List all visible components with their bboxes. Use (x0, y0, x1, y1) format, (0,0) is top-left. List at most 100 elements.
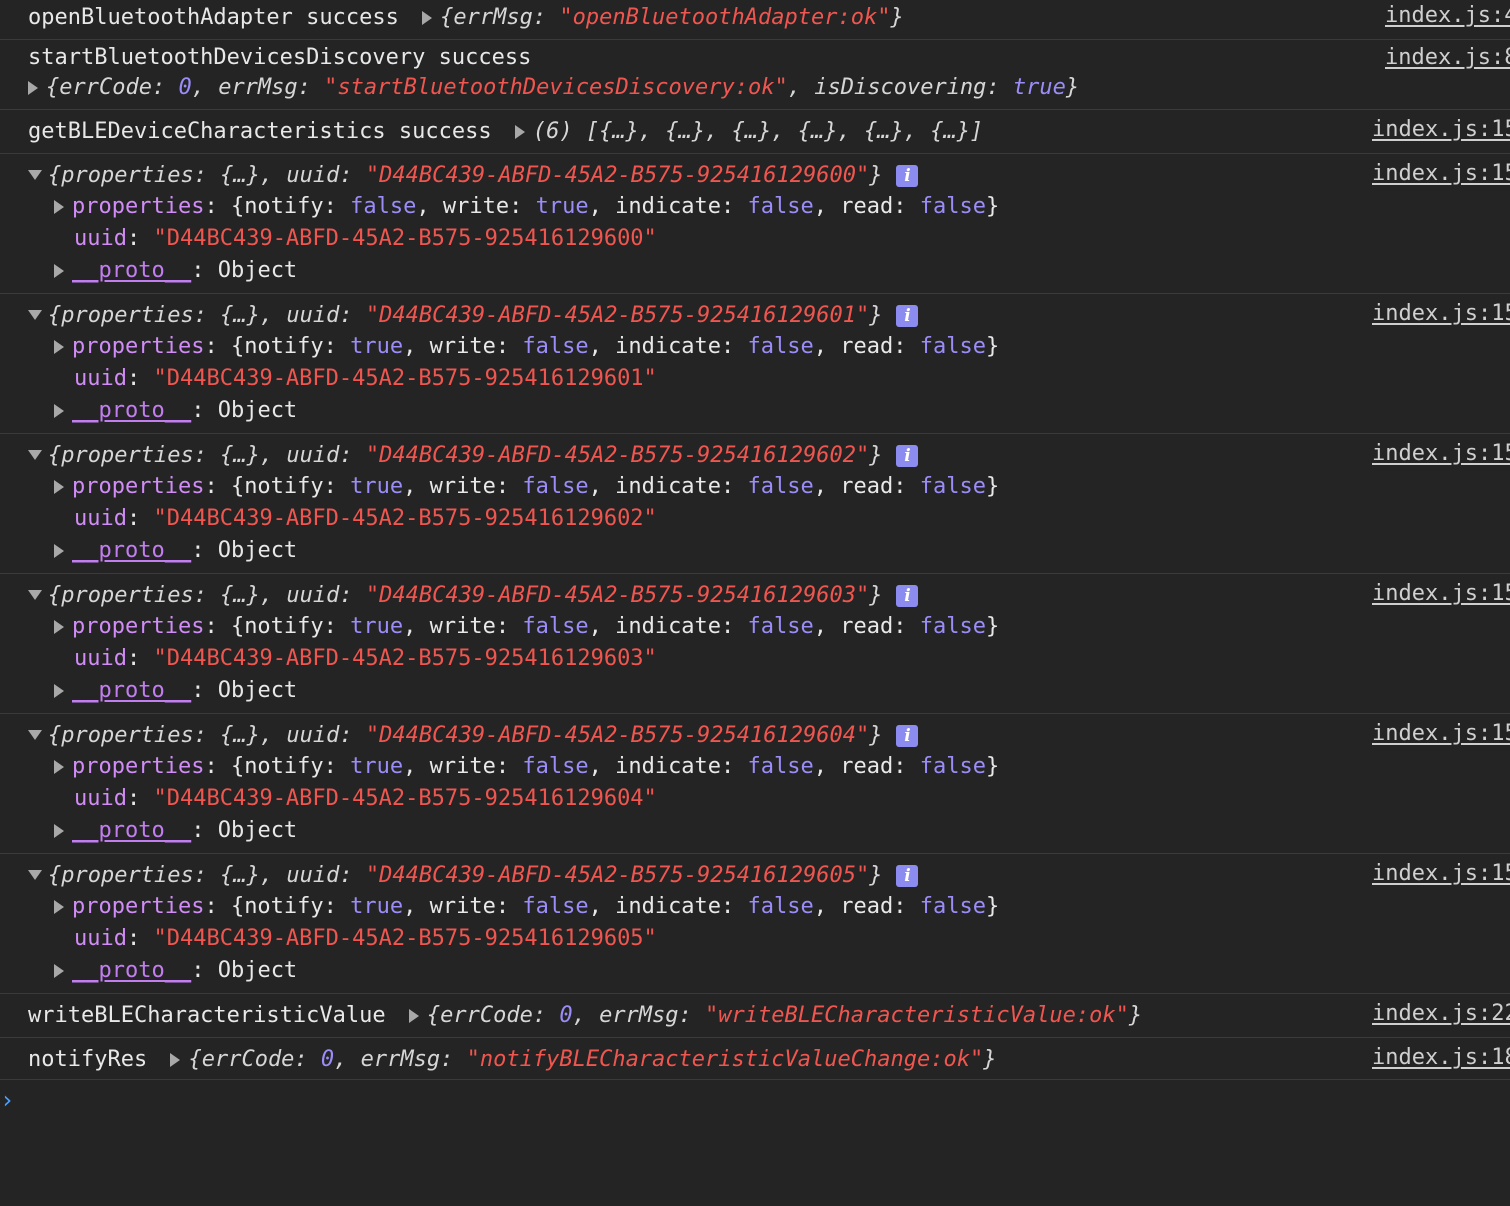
property-boolean: false (522, 894, 589, 919)
collapse-triangle-icon[interactable] (28, 170, 42, 180)
source-link[interactable]: index.js:22 (1372, 998, 1510, 1030)
characteristic-summary: {properties: {…}, uuid: "D44BC439-ABFD-4… (28, 860, 919, 892)
proto-value: : Object (191, 258, 298, 283)
property-boolean: true (350, 614, 404, 639)
array-preview[interactable]: (6) [{…}, {…}, {…}, {…}, {…}, {…}] (533, 119, 983, 144)
preview-number: 0 (178, 75, 192, 100)
preview-key: , errMsg: (191, 75, 325, 100)
collapse-triangle-icon[interactable] (28, 590, 42, 600)
preview-string: "D44BC439-ABFD-45A2-B575-925416129605" (365, 863, 870, 888)
expand-triangle-icon[interactable] (54, 340, 64, 354)
expand-triangle-icon[interactable] (28, 81, 38, 95)
log-row-open-adapter: openBluetoothAdapter success {errMsg: "o… (0, 0, 1510, 40)
preview-key: {properties: {…}, uuid: (48, 443, 366, 468)
log-message: startBluetoothDevicesDiscovery success (28, 45, 532, 70)
property-boolean: false (919, 334, 986, 359)
property-punct: , indicate: (588, 614, 748, 639)
expand-triangle-icon[interactable] (422, 11, 433, 25)
property-boolean: false (919, 474, 986, 499)
property-boolean: false (747, 754, 814, 779)
source-link[interactable]: index.js:18 (1372, 1042, 1510, 1074)
info-icon[interactable]: i (896, 865, 919, 887)
property-punct: , write: (416, 194, 536, 219)
expand-triangle-icon[interactable] (54, 824, 64, 838)
object-preview[interactable]: {properties: {…}, uuid: "D44BC439-ABFD-4… (48, 163, 882, 188)
expand-triangle-icon[interactable] (54, 964, 64, 978)
preview-brace: } (1128, 1003, 1143, 1028)
source-link[interactable]: index.js:15 (1372, 438, 1510, 470)
preview-string: "D44BC439-ABFD-45A2-B575-925416129601" (365, 303, 870, 328)
uuid-entry: uuid: "D44BC439-ABFD-45A2-B575-925416129… (74, 503, 657, 535)
preview-key: {properties: {…}, uuid: (48, 863, 366, 888)
property-key: uuid (74, 366, 127, 391)
info-icon[interactable]: i (896, 725, 919, 747)
object-preview[interactable]: {properties: {…}, uuid: "D44BC439-ABFD-4… (48, 583, 882, 608)
property-punct: , indicate: (588, 194, 748, 219)
property-boolean: true (350, 754, 404, 779)
property-punct: , write: (403, 894, 523, 919)
collapse-triangle-icon[interactable] (28, 310, 42, 320)
info-icon[interactable]: i (896, 585, 919, 607)
uuid-entry: uuid: "D44BC439-ABFD-45A2-B575-925416129… (74, 223, 657, 255)
expand-triangle-icon[interactable] (514, 125, 525, 139)
expand-triangle-icon[interactable] (54, 264, 64, 278)
proto-key: __proto__ (72, 258, 192, 283)
property-key: properties (72, 334, 205, 359)
info-icon[interactable]: i (896, 445, 919, 467)
expand-triangle-icon[interactable] (54, 900, 64, 914)
property-string: "D44BC439-ABFD-45A2-B575-925416129602" (153, 506, 657, 531)
expand-triangle-icon[interactable] (170, 1053, 181, 1067)
object-preview[interactable]: {errCode: 0, errMsg: "writeBLECharacteri… (427, 1003, 1142, 1028)
expand-triangle-icon[interactable] (54, 200, 64, 214)
proto-entry: __proto__: Object (54, 815, 297, 847)
object-preview[interactable]: {errCode: 0, errMsg: "startBluetoothDevi… (46, 75, 1079, 100)
collapse-triangle-icon[interactable] (28, 450, 42, 460)
property-punct: : {notify: (204, 194, 351, 219)
source-link[interactable]: index.js:15 (1372, 158, 1510, 190)
preview-string: "notifyBLECharacteristicValueChange:ok" (466, 1047, 984, 1072)
properties-entry: properties: {notify: false, write: true,… (54, 191, 999, 223)
expand-triangle-icon[interactable] (408, 1009, 419, 1023)
info-icon[interactable]: i (896, 305, 919, 327)
expand-triangle-icon[interactable] (54, 544, 64, 558)
collapse-triangle-icon[interactable] (28, 730, 42, 740)
preview-brace: } (869, 443, 883, 468)
object-preview[interactable]: {errCode: 0, errMsg: "notifyBLECharacter… (188, 1047, 996, 1072)
proto-key: __proto__ (72, 538, 192, 563)
proto-entry: __proto__: Object (54, 535, 297, 567)
property-punct: , read: (813, 614, 920, 639)
uuid-entry: uuid: "D44BC439-ABFD-45A2-B575-925416129… (74, 923, 657, 955)
expand-triangle-icon[interactable] (54, 684, 64, 698)
log-line: writeBLECharacteristicValue {errCode: 0,… (28, 1000, 1142, 1032)
object-preview[interactable]: {properties: {…}, uuid: "D44BC439-ABFD-4… (48, 443, 882, 468)
property-key: properties (72, 474, 205, 499)
source-link[interactable]: index.js:4 (1385, 0, 1510, 32)
property-punct: } (985, 614, 1000, 639)
object-preview[interactable]: {properties: {…}, uuid: "D44BC439-ABFD-4… (48, 303, 882, 328)
object-preview[interactable]: {properties: {…}, uuid: "D44BC439-ABFD-4… (48, 723, 882, 748)
source-link[interactable]: index.js:15 (1372, 858, 1510, 890)
preview-brace: } (1065, 75, 1080, 100)
expand-triangle-icon[interactable] (54, 620, 64, 634)
log-message: notifyRes (28, 1047, 148, 1072)
info-icon[interactable]: i (896, 165, 919, 187)
source-link[interactable]: index.js:8 (1385, 42, 1510, 74)
property-punct: , indicate: (588, 334, 748, 359)
expand-triangle-icon[interactable] (54, 480, 64, 494)
log-line: notifyRes {errCode: 0, errMsg: "notifyBL… (28, 1044, 996, 1076)
source-link[interactable]: index.js:15 (1372, 298, 1510, 330)
object-preview[interactable]: {properties: {…}, uuid: "D44BC439-ABFD-4… (48, 863, 882, 888)
expand-triangle-icon[interactable] (54, 760, 64, 774)
console-prompt[interactable]: › (0, 1086, 14, 1114)
collapse-triangle-icon[interactable] (28, 870, 42, 880)
expand-triangle-icon[interactable] (54, 404, 64, 418)
source-link[interactable]: index.js:15 (1372, 718, 1510, 750)
characteristic-summary: {properties: {…}, uuid: "D44BC439-ABFD-4… (28, 580, 919, 612)
object-preview[interactable]: {errMsg: "openBluetoothAdapter:ok"} (440, 5, 904, 30)
property-boolean: false (350, 194, 417, 219)
preview-string: "D44BC439-ABFD-45A2-B575-925416129604" (365, 723, 870, 748)
source-link[interactable]: index.js:15 (1372, 578, 1510, 610)
source-link[interactable]: index.js:15 (1372, 114, 1510, 146)
property-boolean: true (350, 334, 404, 359)
characteristic-summary: {properties: {…}, uuid: "D44BC439-ABFD-4… (28, 440, 919, 472)
